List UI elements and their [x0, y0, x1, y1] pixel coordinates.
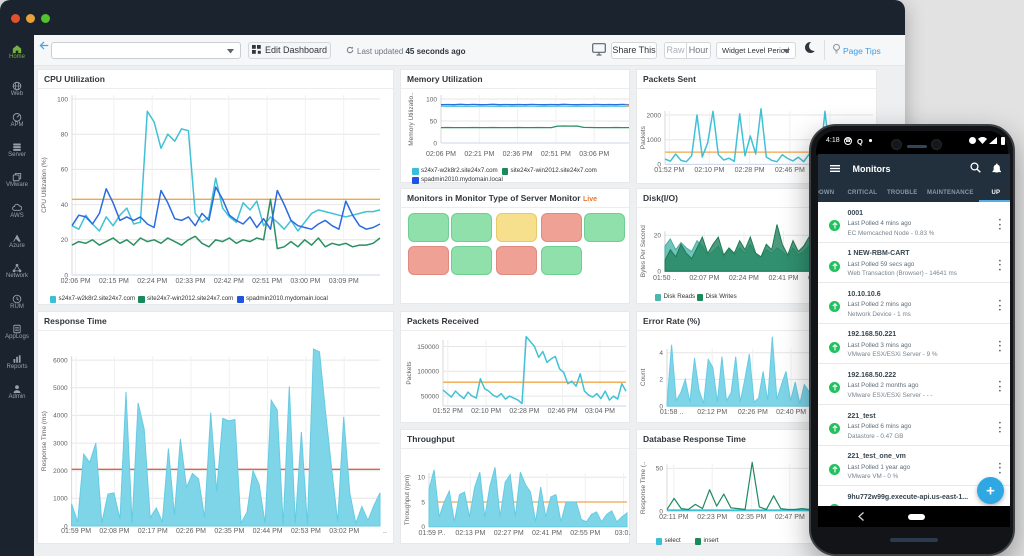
svg-text:02:06 PM: 02:06 PM — [426, 151, 456, 158]
svg-text:20: 20 — [61, 237, 69, 244]
svg-text:03:09 PM: 03:09 PM — [329, 278, 359, 285]
svg-text:01:59 PM: 01:59 PM — [61, 528, 91, 535]
svg-text:01:58 ..: 01:58 .. — [660, 409, 683, 416]
svg-text:5: 5 — [421, 499, 425, 506]
svg-text:150000: 150000 — [417, 344, 439, 351]
svg-text:02:35 PM: 02:35 PM — [214, 528, 244, 535]
svg-text:02:10 PM: 02:10 PM — [694, 167, 724, 174]
svg-text:02:26 PM: 02:26 PM — [176, 528, 206, 535]
svg-text:02:42 PM: 02:42 PM — [214, 278, 244, 285]
svg-text:02:17 PM: 02:17 PM — [138, 528, 168, 535]
svg-text:02:55 PM: 02:55 PM — [570, 530, 600, 537]
svg-text:5000: 5000 — [53, 385, 68, 392]
svg-text:2000: 2000 — [647, 112, 662, 119]
svg-text:0: 0 — [433, 140, 437, 147]
svg-text:02:10 PM: 02:10 PM — [471, 408, 501, 415]
svg-text:20: 20 — [654, 233, 662, 240]
svg-text:Response Time (..: Response Time (.. — [640, 461, 647, 514]
svg-text:1000: 1000 — [53, 496, 68, 503]
svg-text:4: 4 — [659, 350, 663, 357]
svg-text:01:59 P..: 01:59 P.. — [418, 530, 445, 537]
svg-text:02:08 PM: 02:08 PM — [99, 528, 129, 535]
svg-text:02:13 PM: 02:13 PM — [455, 530, 485, 537]
svg-text:02:11 PM: 02:11 PM — [659, 514, 689, 521]
svg-text:01:52 PM: 01:52 PM — [433, 408, 463, 415]
svg-text:100: 100 — [426, 96, 437, 103]
svg-text:02:07 PM: 02:07 PM — [689, 275, 719, 282]
svg-text:2: 2 — [659, 377, 663, 384]
svg-text:02:40 PM: 02:40 PM — [776, 409, 806, 416]
svg-text:02:47 PM: 02:47 PM — [775, 514, 805, 521]
svg-text:02:28 PM: 02:28 PM — [735, 167, 765, 174]
svg-text:02:28 PM: 02:28 PM — [509, 408, 539, 415]
svg-text:1000: 1000 — [647, 137, 662, 144]
svg-text:02:35 PM: 02:35 PM — [736, 514, 766, 521]
svg-text:Throughput (rpm): Throughput (rpm) — [404, 475, 411, 526]
svg-text:02:33 PM: 02:33 PM — [176, 278, 206, 285]
svg-text:03:06 PM: 03:06 PM — [579, 151, 609, 158]
svg-text:03:04 PM: 03:04 PM — [585, 408, 615, 415]
svg-text:Memory Utilizatio..: Memory Utilizatio.. — [408, 92, 415, 146]
svg-text:80: 80 — [61, 132, 69, 139]
svg-text:02:12 PM: 02:12 PM — [697, 409, 727, 416]
svg-text:4000: 4000 — [53, 413, 68, 420]
svg-text:..: .. — [383, 528, 387, 535]
svg-text:40: 40 — [61, 202, 69, 209]
svg-text:02:53 PM: 02:53 PM — [291, 528, 321, 535]
svg-text:02:36 PM: 02:36 PM — [503, 151, 533, 158]
svg-text:02:21 PM: 02:21 PM — [464, 151, 494, 158]
svg-text:50: 50 — [656, 466, 664, 473]
svg-text:02:06 PM: 02:06 PM — [61, 278, 91, 285]
svg-text:50: 50 — [430, 118, 438, 125]
svg-text:Packets: Packets — [406, 361, 413, 385]
svg-text:50000: 50000 — [421, 393, 439, 400]
svg-text:03:00 PM: 03:00 PM — [290, 278, 320, 285]
svg-text:Packets: Packets — [640, 125, 647, 149]
svg-text:02:51 PM: 02:51 PM — [541, 151, 571, 158]
svg-text:01:50 ..: 01:50 .. — [653, 275, 676, 282]
svg-text:02:26 PM: 02:26 PM — [738, 409, 768, 416]
svg-text:02:15 PM: 02:15 PM — [99, 278, 129, 285]
svg-text:03:0..: 03:0.. — [615, 530, 631, 537]
svg-text:100000: 100000 — [417, 369, 439, 376]
svg-text:6000: 6000 — [53, 357, 68, 364]
svg-text:10: 10 — [418, 475, 426, 482]
svg-text:02:24 PM: 02:24 PM — [729, 275, 759, 282]
svg-text:02:41 PM: 02:41 PM — [532, 530, 562, 537]
svg-text:Count: Count — [640, 369, 647, 387]
svg-text:02:24 PM: 02:24 PM — [137, 278, 167, 285]
svg-text:Bytes Per Second: Bytes Per Second — [640, 225, 647, 277]
svg-text:02:27 PM: 02:27 PM — [494, 530, 524, 537]
svg-text:Response Time (ms): Response Time (ms) — [41, 411, 48, 471]
svg-text:02:44 PM: 02:44 PM — [253, 528, 283, 535]
svg-text:02:46 PM: 02:46 PM — [548, 408, 578, 415]
svg-text:02:23 PM: 02:23 PM — [697, 514, 727, 521]
svg-text:01:52 PM: 01:52 PM — [654, 167, 684, 174]
svg-text:03:02 PM: 03:02 PM — [329, 528, 359, 535]
svg-text:02:41 PM: 02:41 PM — [769, 275, 799, 282]
svg-text:02:46 PM: 02:46 PM — [775, 167, 805, 174]
svg-text:CPU Utilization (%): CPU Utilization (%) — [41, 157, 48, 213]
svg-text:60: 60 — [61, 167, 69, 174]
svg-text:2000: 2000 — [53, 468, 68, 475]
svg-text:100: 100 — [57, 96, 68, 103]
svg-text:02:51 PM: 02:51 PM — [252, 278, 282, 285]
svg-text:3000: 3000 — [53, 440, 68, 447]
